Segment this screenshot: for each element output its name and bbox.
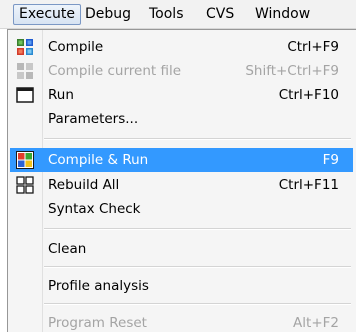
menu-item-compile[interactable]: Compile Ctrl+F9	[10, 35, 353, 59]
menu-item-syntax-check[interactable]: Syntax Check	[10, 197, 353, 221]
menu-item-label: Profile analysis	[48, 278, 149, 294]
menu-item-label: Compile current file	[48, 63, 182, 79]
menu-item-program-reset: Program Reset Alt+F2	[10, 311, 353, 332]
menu-execute[interactable]: Execute	[13, 4, 81, 25]
menu-cvs[interactable]: CVS	[206, 4, 234, 24]
menu-item-label: Run	[48, 87, 74, 103]
menu-item-shortcut: Shift+Ctrl+F9	[245, 63, 339, 79]
compile-current-file-icon	[16, 62, 34, 80]
menu-item-compile-and-run[interactable]: Compile & Run F9	[10, 148, 353, 172]
menu-item-parameters[interactable]: Parameters...	[10, 107, 353, 131]
menu-item-shortcut: Ctrl+F11	[278, 177, 339, 193]
menu-item-label: Clean	[48, 241, 87, 257]
menu-item-label: Parameters...	[48, 111, 139, 127]
rebuild-all-icon	[16, 176, 34, 194]
screenshot-stage: Execute Debug Tools CVS Window Compile C…	[0, 0, 356, 332]
menu-item-label: Program Reset	[48, 315, 147, 331]
menu-item-label: Syntax Check	[48, 201, 141, 217]
menu-item-shortcut: Alt+F2	[293, 315, 339, 331]
menu-item-run[interactable]: Run Ctrl+F10	[10, 83, 353, 107]
compile-and-run-icon	[16, 151, 34, 169]
run-icon	[16, 86, 34, 104]
menu-separator	[44, 303, 351, 305]
menu-debug[interactable]: Debug	[85, 4, 131, 24]
menu-item-profile-analysis[interactable]: Profile analysis	[10, 274, 353, 298]
menu-separator	[44, 266, 351, 268]
menu-separator	[44, 228, 351, 230]
menu-item-label: Rebuild All	[48, 177, 120, 193]
menu-item-compile-current-file: Compile current file Shift+Ctrl+F9	[10, 59, 353, 83]
menu-item-shortcut: Ctrl+F9	[287, 39, 339, 55]
menu-bar: Execute Debug Tools CVS Window	[0, 0, 356, 29]
execute-dropdown-menu: Compile Ctrl+F9 Compile current file Shi…	[7, 29, 356, 332]
menu-item-rebuild-all[interactable]: Rebuild All Ctrl+F11	[10, 173, 353, 197]
menu-item-clean[interactable]: Clean	[10, 237, 353, 261]
compile-icon	[16, 38, 34, 56]
menu-tools[interactable]: Tools	[149, 4, 184, 24]
menu-window[interactable]: Window	[255, 4, 310, 24]
menu-item-label: Compile	[48, 39, 104, 55]
menu-item-shortcut: Ctrl+F10	[278, 87, 339, 103]
menu-item-label: Compile & Run	[48, 152, 149, 168]
menu-separator	[44, 138, 351, 140]
menu-item-shortcut: F9	[322, 152, 339, 168]
